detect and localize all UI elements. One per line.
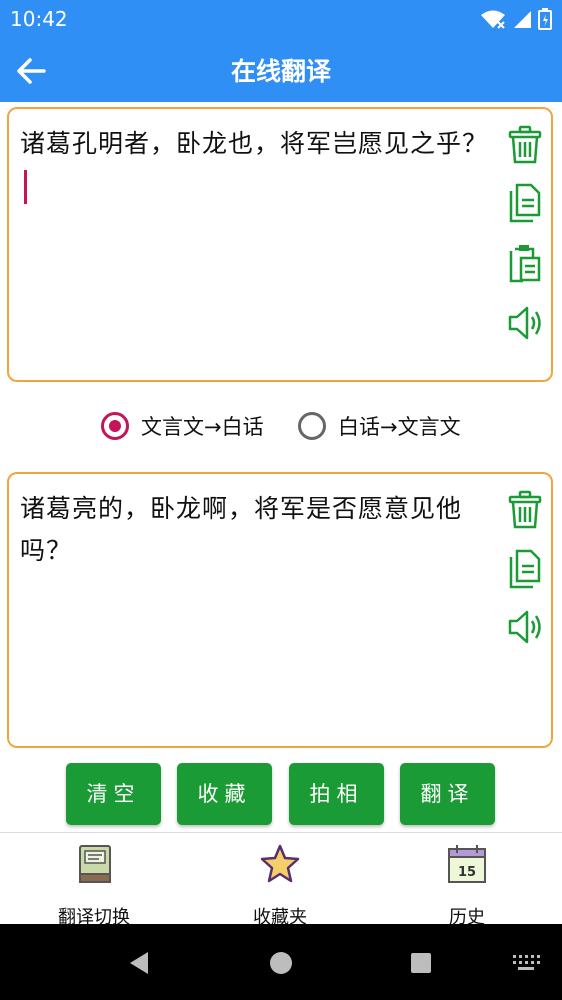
photo-button[interactable]: 拍相 [289, 763, 384, 825]
output-text-area[interactable]: 诸葛亮的，卧龙啊，将军是否愿意见他吗？ [7, 472, 553, 748]
status-time: 10:42 [10, 7, 68, 31]
output-text-content: 诸葛亮的，卧龙啊，将军是否愿意见他吗？ [20, 488, 490, 572]
home-circle-icon[interactable] [269, 951, 293, 975]
trash-icon[interactable] [507, 490, 543, 530]
favorite-button[interactable]: 收藏 [177, 763, 272, 825]
nav-item-translate-switch[interactable]: 翻译切换 [34, 843, 154, 929]
system-nav-bar [0, 924, 562, 1000]
copy-icon[interactable] [507, 183, 543, 223]
wifi-icon [481, 10, 505, 29]
radio-classical-to-modern[interactable]: 文言文→白话 [101, 411, 264, 441]
translate-button[interactable]: 翻译 [400, 763, 495, 825]
calendar-icon: 15 [448, 845, 486, 883]
nav-item-favorites[interactable]: 收藏夹 [220, 843, 340, 929]
direction-selector: 文言文→白话 白话→文言文 [0, 405, 562, 451]
input-text-area[interactable]: 诸葛孔明者，卧龙也，将军岂愿见之乎？ [7, 107, 553, 382]
copy-icon[interactable] [507, 549, 543, 589]
calendar-day: 15 [458, 865, 476, 880]
paste-icon[interactable] [507, 243, 543, 283]
page-title: 在线翻译 [230, 57, 331, 86]
keyboard-icon[interactable] [512, 954, 540, 972]
signal-icon [514, 11, 531, 28]
clear-button[interactable]: 清空 [66, 763, 161, 825]
radio-modern-to-classical[interactable]: 白话→文言文 [298, 411, 461, 441]
status-icons [480, 8, 552, 30]
star-icon [260, 844, 300, 883]
recents-square-icon[interactable] [410, 952, 432, 974]
speaker-icon[interactable] [507, 607, 543, 647]
trash-icon[interactable] [507, 125, 543, 165]
radio-label: 文言文→白话 [141, 415, 264, 439]
input-text-content[interactable]: 诸葛孔明者，卧龙也，将军岂愿见之乎？ [20, 123, 490, 207]
battery-icon [538, 8, 552, 30]
input-text: 诸葛孔明者，卧龙也，将军岂愿见之乎？ [20, 129, 489, 158]
bottom-nav: 翻译切换 收藏夹 15 历史 [0, 832, 562, 928]
app-bar: 在线翻译 [0, 38, 562, 102]
status-bar: 10:42 [0, 0, 562, 38]
text-cursor [24, 170, 27, 204]
nav-item-history[interactable]: 15 历史 [407, 843, 527, 929]
back-triangle-icon[interactable] [126, 950, 152, 976]
output-text: 诸葛亮的，卧龙啊，将军是否愿意见他吗？ [20, 494, 463, 565]
speaker-icon[interactable] [507, 303, 543, 343]
radio-button[interactable] [298, 412, 326, 440]
book-icon [79, 845, 111, 883]
radio-label: 白话→文言文 [338, 415, 461, 439]
radio-button-selected[interactable] [101, 412, 129, 440]
